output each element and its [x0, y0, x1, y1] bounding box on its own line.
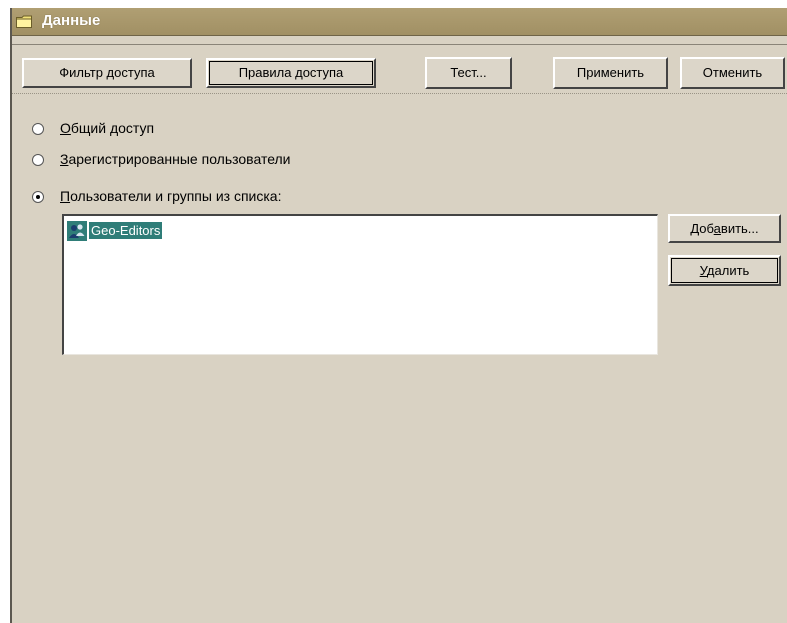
radio-button-users-groups[interactable]	[32, 191, 44, 203]
cancel-button[interactable]: Отменить	[680, 57, 785, 89]
tab-access-rules[interactable]: Правила доступа	[206, 58, 376, 88]
add-button[interactable]: Добавить...	[668, 214, 781, 243]
dialog-window: Данные Фильтр доступа Правила доступа Те…	[10, 8, 787, 623]
remove-button[interactable]: Удалить	[668, 255, 781, 286]
radio-label-registered: Зарегистрированные пользователи	[60, 151, 291, 167]
users-groups-listbox[interactable]: Geo-Editors	[62, 214, 658, 355]
apply-button[interactable]: Применить	[553, 57, 668, 89]
toolbar: Фильтр доступа Правила доступа Тест... П…	[12, 44, 787, 94]
radio-label-public: Общий доступ	[60, 120, 155, 136]
user-group-icon	[67, 221, 87, 241]
tab-access-filter[interactable]: Фильтр доступа	[22, 58, 192, 88]
test-button[interactable]: Тест...	[425, 57, 512, 89]
title-bar[interactable]: Данные	[12, 8, 787, 36]
radio-button-registered[interactable]	[32, 154, 44, 166]
window-title: Данные	[42, 12, 101, 29]
radio-label-users-groups: Пользователи и группы из списка:	[60, 188, 282, 204]
radio-button-public[interactable]	[32, 123, 44, 135]
list-item-label: Geo-Editors	[89, 222, 163, 239]
folder-icon	[16, 15, 32, 28]
